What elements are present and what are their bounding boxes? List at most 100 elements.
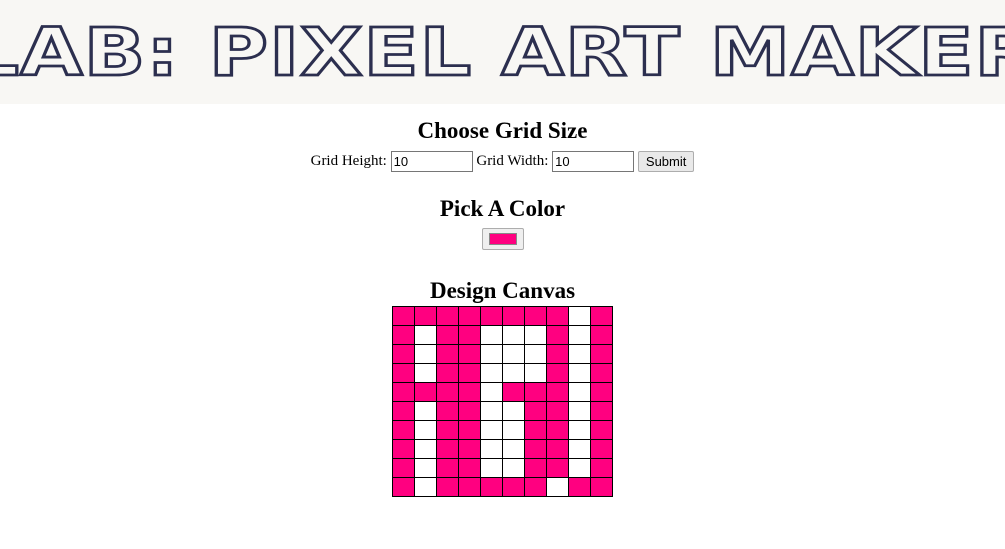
canvas-cell[interactable] [546,325,569,345]
grid-width-input[interactable] [552,151,635,173]
canvas-cell[interactable] [590,363,613,383]
canvas-cell[interactable] [458,325,481,345]
color-picker[interactable] [481,228,524,250]
canvas-cell[interactable] [502,439,525,459]
canvas-cell[interactable] [546,439,569,459]
canvas-cell[interactable] [392,382,415,402]
canvas-cell[interactable] [590,401,613,421]
canvas-cell[interactable] [568,325,591,345]
canvas-cell[interactable] [568,458,591,478]
canvas-cell[interactable] [568,439,591,459]
canvas-cell[interactable] [546,306,569,326]
canvas-cell[interactable] [524,439,547,459]
grid-height-input[interactable] [390,151,473,173]
canvas-cell[interactable] [524,477,547,497]
canvas-cell[interactable] [502,420,525,440]
canvas-cell[interactable] [568,363,591,383]
canvas-cell[interactable] [590,325,613,345]
canvas-cell[interactable] [568,344,591,364]
canvas-cell[interactable] [590,477,613,497]
canvas-cell[interactable] [524,306,547,326]
canvas-cell[interactable] [414,306,437,326]
submit-button[interactable]: Submit [637,151,695,173]
canvas-cell[interactable] [436,401,459,421]
canvas-cell[interactable] [458,439,481,459]
canvas-cell[interactable] [590,306,613,326]
canvas-cell[interactable] [590,344,613,364]
canvas-cell[interactable] [524,363,547,383]
canvas-cell[interactable] [524,401,547,421]
canvas-cell[interactable] [590,458,613,478]
canvas-cell[interactable] [524,382,547,402]
canvas-cell[interactable] [392,439,415,459]
canvas-cell[interactable] [480,363,503,383]
canvas-cell[interactable] [568,420,591,440]
canvas-cell[interactable] [524,325,547,345]
canvas-cell[interactable] [590,382,613,402]
canvas-cell[interactable] [568,477,591,497]
canvas-cell[interactable] [414,439,437,459]
canvas-cell[interactable] [436,306,459,326]
canvas-cell[interactable] [458,306,481,326]
canvas-cell[interactable] [436,420,459,440]
canvas-cell[interactable] [436,439,459,459]
canvas-cell[interactable] [480,439,503,459]
canvas-cell[interactable] [458,401,481,421]
canvas-cell[interactable] [480,344,503,364]
canvas-cell[interactable] [392,306,415,326]
canvas-cell[interactable] [414,401,437,421]
canvas-cell[interactable] [502,401,525,421]
canvas-cell[interactable] [458,420,481,440]
canvas-cell[interactable] [458,477,481,497]
canvas-cell[interactable] [502,382,525,402]
canvas-cell[interactable] [392,477,415,497]
canvas-cell[interactable] [458,363,481,383]
canvas-cell[interactable] [458,458,481,478]
canvas-cell[interactable] [480,325,503,345]
canvas-cell[interactable] [414,363,437,383]
canvas-cell[interactable] [392,344,415,364]
canvas-cell[interactable] [480,458,503,478]
canvas-cell[interactable] [392,363,415,383]
canvas-cell[interactable] [524,344,547,364]
canvas-cell[interactable] [546,458,569,478]
canvas-cell[interactable] [414,477,437,497]
canvas-cell[interactable] [480,306,503,326]
canvas-cell[interactable] [590,439,613,459]
canvas-cell[interactable] [524,458,547,478]
canvas-cell[interactable] [546,401,569,421]
canvas-cell[interactable] [568,306,591,326]
pixel-canvas[interactable] [392,306,613,497]
canvas-cell[interactable] [414,420,437,440]
canvas-cell[interactable] [458,382,481,402]
canvas-cell[interactable] [480,382,503,402]
canvas-cell[interactable] [436,325,459,345]
canvas-cell[interactable] [414,458,437,478]
canvas-cell[interactable] [524,420,547,440]
canvas-cell[interactable] [414,344,437,364]
canvas-cell[interactable] [502,363,525,383]
canvas-cell[interactable] [502,306,525,326]
canvas-cell[interactable] [436,458,459,478]
canvas-cell[interactable] [546,363,569,383]
canvas-cell[interactable] [502,458,525,478]
canvas-cell[interactable] [568,401,591,421]
canvas-cell[interactable] [568,382,591,402]
canvas-cell[interactable] [436,363,459,383]
canvas-cell[interactable] [480,401,503,421]
canvas-cell[interactable] [546,420,569,440]
canvas-cell[interactable] [414,382,437,402]
canvas-cell[interactable] [392,325,415,345]
canvas-cell[interactable] [502,344,525,364]
canvas-cell[interactable] [392,401,415,421]
canvas-cell[interactable] [414,325,437,345]
canvas-cell[interactable] [436,344,459,364]
canvas-cell[interactable] [436,382,459,402]
canvas-cell[interactable] [502,477,525,497]
canvas-cell[interactable] [392,458,415,478]
canvas-cell[interactable] [458,344,481,364]
canvas-cell[interactable] [546,477,569,497]
canvas-cell[interactable] [502,325,525,345]
canvas-cell[interactable] [590,420,613,440]
canvas-cell[interactable] [546,344,569,364]
